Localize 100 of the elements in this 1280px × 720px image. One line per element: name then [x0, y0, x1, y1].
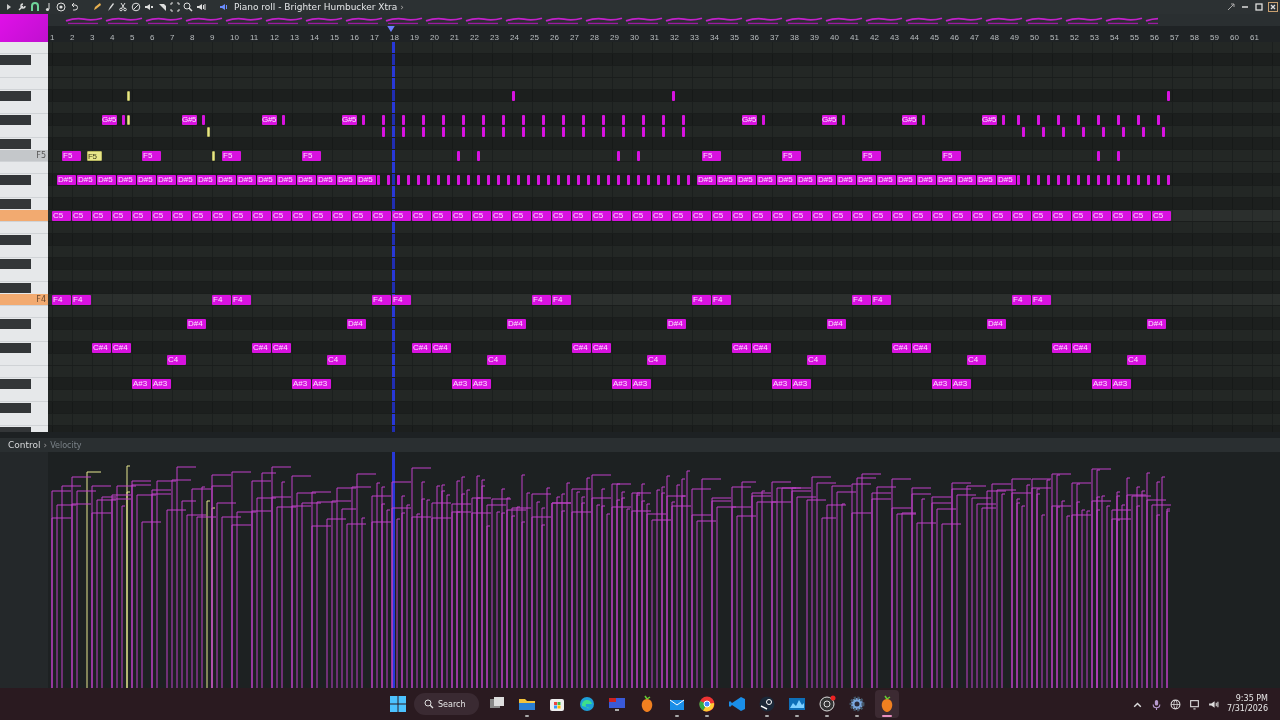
note-block[interactable]: C5 — [772, 210, 791, 221]
clock-date[interactable]: 7/31/2026 — [1226, 704, 1268, 714]
note-block[interactable]: C#4 — [92, 342, 111, 353]
note-block[interactable]: A#3 — [1112, 378, 1131, 389]
note-block[interactable]: D#5 — [917, 174, 936, 185]
note-block[interactable]: C#4 — [252, 342, 271, 353]
piano-key[interactable] — [0, 342, 48, 354]
note-block[interactable]: C5 — [72, 210, 91, 221]
note-block[interactable]: C5 — [972, 210, 991, 221]
note-block[interactable]: C#4 — [412, 342, 431, 353]
note-block[interactable]: C5 — [1112, 210, 1131, 221]
piano-key[interactable]: F4 — [0, 294, 48, 306]
search-field[interactable]: Search — [414, 693, 480, 715]
note-block[interactable]: A#3 — [292, 378, 311, 389]
note-block[interactable]: D#5 — [177, 174, 196, 185]
note-block[interactable]: C5 — [372, 210, 391, 221]
note-block[interactable]: D#5 — [137, 174, 156, 185]
note-block[interactable]: C5 — [912, 210, 931, 221]
note-block[interactable]: A#3 — [632, 378, 651, 389]
note-block[interactable]: C5 — [952, 210, 971, 221]
note-block[interactable]: C4 — [967, 354, 986, 365]
maximize-icon[interactable] — [1254, 2, 1264, 12]
note-block[interactable]: D#5 — [277, 174, 296, 185]
note-block[interactable]: D#5 — [717, 174, 736, 185]
note-block[interactable]: A#3 — [612, 378, 631, 389]
note-block[interactable]: C5 — [632, 210, 651, 221]
note-block[interactable]: D#5 — [817, 174, 836, 185]
piano-key[interactable] — [0, 234, 48, 246]
note-block[interactable]: C#4 — [432, 342, 451, 353]
note-block[interactable]: C5 — [512, 210, 531, 221]
note-block[interactable]: C5 — [1032, 210, 1051, 221]
note-block[interactable]: C5 — [132, 210, 151, 221]
piano-key[interactable] — [0, 282, 48, 294]
prohibited-icon[interactable] — [131, 2, 141, 12]
note-block[interactable]: F4 — [372, 294, 391, 305]
note-block[interactable] — [127, 90, 130, 101]
piano-key[interactable] — [0, 258, 48, 270]
note-block[interactable]: C5 — [432, 210, 451, 221]
note-block[interactable]: F4 — [552, 294, 571, 305]
note-block[interactable]: D#5 — [737, 174, 756, 185]
note-block[interactable]: C5 — [932, 210, 951, 221]
note-block[interactable]: C5 — [692, 210, 711, 221]
note-block[interactable]: D#5 — [957, 174, 976, 185]
note-block[interactable]: C4 — [647, 354, 666, 365]
note-block[interactable]: D#5 — [237, 174, 256, 185]
note-block[interactable]: A#3 — [312, 378, 331, 389]
note-block[interactable]: G#5 — [902, 114, 917, 125]
note-block[interactable]: D#5 — [877, 174, 896, 185]
note-block[interactable]: C5 — [472, 210, 491, 221]
note-block[interactable]: D#5 — [337, 174, 356, 185]
note-block[interactable]: F4 — [532, 294, 551, 305]
note-block[interactable]: G#5 — [262, 114, 277, 125]
globe-icon[interactable] — [1169, 698, 1181, 710]
note-block[interactable]: C5 — [612, 210, 631, 221]
note-block[interactable]: D#5 — [937, 174, 956, 185]
note-block[interactable]: D#5 — [117, 174, 136, 185]
clock-time[interactable]: 9:35 PM — [1235, 694, 1268, 704]
note-block[interactable]: C5 — [732, 210, 751, 221]
playhead-marker-icon[interactable] — [387, 26, 395, 32]
note-block[interactable]: C5 — [992, 210, 1011, 221]
note-block[interactable]: C5 — [652, 210, 671, 221]
note-block[interactable]: D#5 — [157, 174, 176, 185]
note-block[interactable]: F5 — [782, 150, 801, 161]
note-block[interactable]: F5 — [87, 150, 102, 161]
note-block[interactable]: C5 — [112, 210, 131, 221]
note-block[interactable]: F4 — [1032, 294, 1051, 305]
note-block[interactable]: D#4 — [1147, 318, 1166, 329]
note-block[interactable]: F5 — [62, 150, 81, 161]
note-block[interactable]: C#4 — [1052, 342, 1071, 353]
note-block[interactable]: C5 — [1072, 210, 1091, 221]
note-block[interactable]: C5 — [592, 210, 611, 221]
note-block[interactable]: G#5 — [742, 114, 757, 125]
wrench-icon[interactable] — [17, 2, 27, 12]
note-block[interactable]: C4 — [487, 354, 506, 365]
note-block[interactable]: C4 — [327, 354, 346, 365]
note-block[interactable]: C5 — [252, 210, 271, 221]
note-block[interactable]: D#5 — [77, 174, 96, 185]
note-block[interactable]: C#4 — [572, 342, 591, 353]
note-block[interactable]: F4 — [392, 294, 411, 305]
note-block[interactable]: D#5 — [297, 174, 316, 185]
note-block[interactable]: G#5 — [982, 114, 997, 125]
note-block[interactable]: D#5 — [317, 174, 336, 185]
note-block[interactable]: C#4 — [912, 342, 931, 353]
taskbar-app-button[interactable] — [875, 690, 900, 718]
note-block[interactable]: C5 — [492, 210, 511, 221]
note-block[interactable]: D#4 — [987, 318, 1006, 329]
note-block[interactable]: C5 — [1132, 210, 1151, 221]
note-block[interactable]: C5 — [712, 210, 731, 221]
piano-key[interactable] — [0, 318, 48, 330]
pencil-icon[interactable] — [92, 2, 102, 12]
note-block[interactable]: C5 — [232, 210, 251, 221]
note-block[interactable]: C5 — [452, 210, 471, 221]
note-block[interactable]: C4 — [807, 354, 826, 365]
title-menu-arrow[interactable]: › — [400, 2, 404, 12]
note-block[interactable]: G#5 — [822, 114, 837, 125]
note-block[interactable]: D#5 — [697, 174, 716, 185]
note-block[interactable]: C#4 — [1072, 342, 1091, 353]
note-block[interactable]: A#3 — [132, 378, 151, 389]
note-block[interactable]: D#5 — [357, 174, 376, 185]
note-block[interactable] — [212, 150, 215, 161]
